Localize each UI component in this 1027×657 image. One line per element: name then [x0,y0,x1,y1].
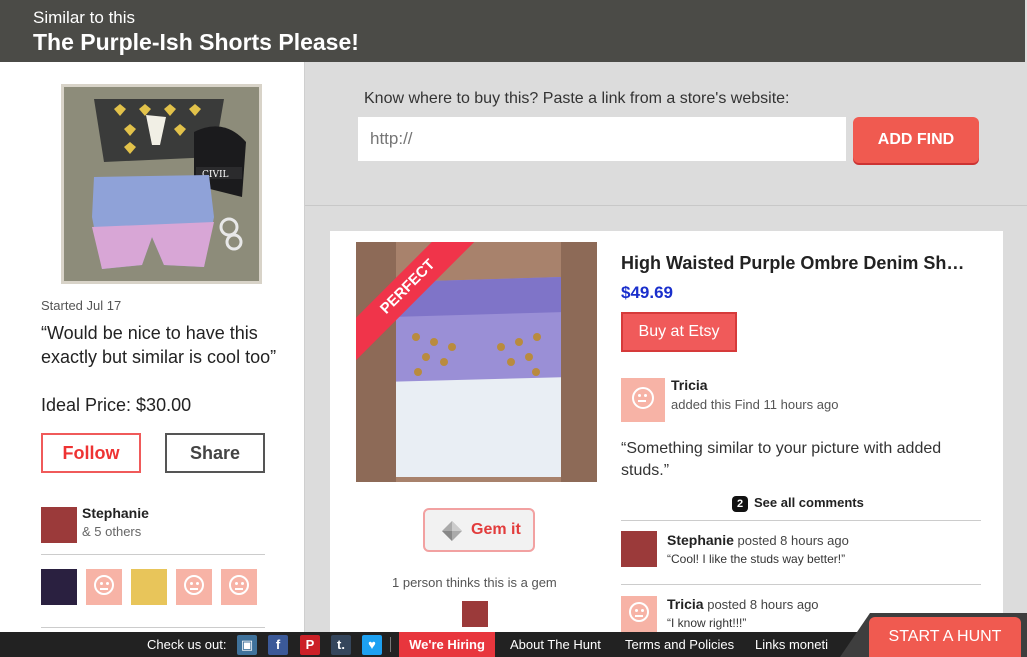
hunter-avatar[interactable] [41,507,77,543]
buy-button[interactable]: Buy at Etsy [621,312,737,352]
gem-it-button[interactable]: Gem it [423,508,535,552]
comment-meta: posted 8 hours ago [737,533,849,548]
instagram-icon[interactable]: ▣ [237,635,257,655]
follower-avatar[interactable] [131,569,167,605]
finds-panel: Know where to buy this? Paste a link fro… [305,62,1027,651]
outfit-photo: CIVIL [64,87,259,281]
find-url-input[interactable] [358,117,846,161]
default-avatar-icon [229,575,249,595]
default-avatar-icon [632,387,654,409]
terms-link[interactable]: Terms and Policies [625,637,734,652]
see-all-comments-label: See all comments [754,495,864,510]
gem-it-label: Gem it [471,521,521,538]
finder-action: added this Find 11 hours ago [671,397,839,412]
gem-user-avatar[interactable] [462,601,488,627]
finder-avatar[interactable] [621,378,665,422]
facebook-icon[interactable]: f [268,635,288,655]
divider [41,554,265,555]
follower-avatar[interactable] [41,569,77,605]
comment-count-badge: 2 [732,496,748,512]
comment-meta: posted 8 hours ago [707,597,819,612]
check-us-out-label: Check us out: [147,637,227,652]
divider [305,205,1027,206]
hiring-link[interactable]: We're Hiring [399,632,495,657]
pinterest-icon[interactable]: P [300,635,320,655]
divider [41,627,265,628]
hunter-others-count[interactable]: & 5 others [82,524,141,539]
follower-avatars [41,569,257,605]
page-header: Similar to this The Purple-Ish Shorts Pl… [0,0,1027,62]
hunt-started-date: Started Jul 17 [41,298,122,313]
start-hunt-button[interactable]: START A HUNT [869,617,1021,657]
divider [621,584,981,585]
comment-avatar[interactable] [621,531,657,567]
default-avatar-icon [94,575,114,595]
shorts-photo [356,242,597,482]
tumblr-icon[interactable]: t. [331,635,351,655]
see-all-comments-link[interactable]: 2 See all comments [732,495,864,512]
find-card: PERFECT Gem it 1 person thinks this is a… [330,231,1003,651]
page-subtitle: Similar to this [33,8,136,27]
comment-author[interactable]: Stephanie [667,532,734,548]
comment-text: “I know right!!!” [667,616,747,630]
ideal-price: Ideal Price: $30.00 [41,395,192,415]
default-avatar-icon [629,602,649,622]
comment-header: Stephanie posted 8 hours ago [667,532,849,548]
hunt-reference-image[interactable]: CIVIL [61,84,262,284]
comment-author[interactable]: Tricia [667,596,704,612]
twitter-icon[interactable]: ♥ [362,635,382,655]
add-find-button[interactable]: ADD FIND [853,117,979,163]
finder-comment: “Something similar to your picture with … [621,440,942,479]
find-title[interactable]: High Waisted Purple Ombre Denim Sh… [621,253,981,274]
add-find-label: Know where to buy this? Paste a link fro… [364,90,790,107]
follower-avatar[interactable] [176,569,212,605]
find-product-image[interactable]: PERFECT [356,242,597,482]
comment-text: “Cool! I like the studs way better!” [667,552,846,566]
hunt-description: “Would be nice to have this exactly but … [41,323,277,367]
about-link[interactable]: About The Hunt [510,637,601,652]
gem-count: 1 person thinks this is a gem [392,575,557,590]
hunt-sidebar: CIVIL Started Jul 17 “Would be nice to h… [0,62,305,632]
footer-separator [390,637,391,652]
page-title: The Purple-Ish Shorts Please! [33,29,359,55]
links-monetized-link[interactable]: Links moneti [755,637,828,652]
follower-avatar[interactable] [86,569,122,605]
follow-button[interactable]: Follow [41,433,141,473]
comment-header: Tricia posted 8 hours ago [667,596,819,612]
follower-avatar[interactable] [221,569,257,605]
comment-avatar[interactable] [621,596,657,632]
share-button[interactable]: Share [165,433,265,473]
gem-icon [442,521,462,541]
find-price: $49.69 [621,283,673,302]
divider [621,520,981,521]
default-avatar-icon [184,575,204,595]
finder-name[interactable]: Tricia [671,377,708,393]
hunter-name[interactable]: Stephanie [82,505,149,521]
